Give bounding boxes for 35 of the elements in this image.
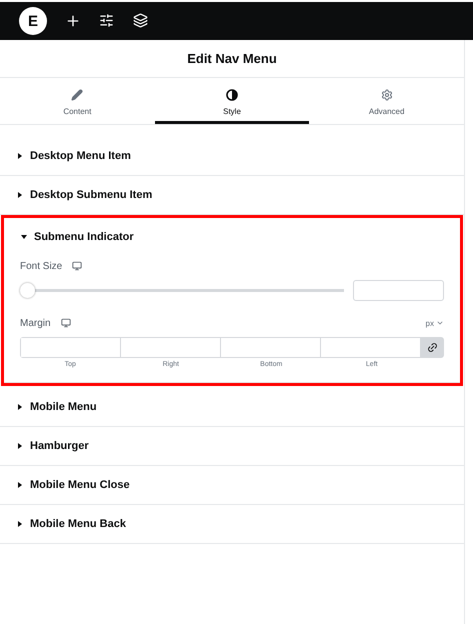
layers-button[interactable] <box>133 13 149 29</box>
add-button[interactable] <box>65 13 81 29</box>
caret-icon <box>17 443 23 449</box>
panel-title: Edit Nav Menu <box>0 40 464 78</box>
app-logo[interactable]: E <box>19 7 47 35</box>
pencil-icon <box>71 89 84 101</box>
section-header[interactable]: Desktop Submenu Item <box>0 176 464 214</box>
section-header[interactable]: Desktop Menu Item <box>0 137 464 175</box>
caret-icon <box>21 234 27 240</box>
input-field[interactable] <box>353 280 444 301</box>
section-header[interactable]: Submenu Indicator <box>4 218 460 256</box>
caret-icon <box>17 192 23 198</box>
field-label: Font Size <box>20 260 62 272</box>
tab[interactable]: Style <box>154 78 310 124</box>
tab[interactable]: Advanced <box>309 78 464 124</box>
section-header[interactable]: Mobile Menu Close <box>0 466 464 504</box>
desktop-icon <box>72 261 82 271</box>
link-button[interactable] <box>421 338 443 357</box>
tab[interactable]: Content <box>0 78 155 124</box>
slider-thumb[interactable] <box>20 283 35 298</box>
chevron-icon <box>436 319 444 327</box>
section-header[interactable]: Mobile Menu <box>0 388 464 426</box>
desktop-icon <box>60 318 71 328</box>
caret-icon <box>17 404 23 410</box>
contrast-icon <box>226 89 238 101</box>
caret-icon <box>17 153 23 159</box>
unit-select[interactable]: px <box>426 318 444 328</box>
section-header[interactable]: Hamburger <box>0 427 464 465</box>
input-field[interactable] <box>21 338 121 357</box>
section-header[interactable]: Mobile Menu Back <box>0 505 464 543</box>
gear-icon <box>380 89 393 101</box>
field-label: Margin <box>20 318 51 328</box>
caret-icon <box>17 521 23 527</box>
sliders-button[interactable] <box>99 13 115 29</box>
caret-icon <box>17 482 23 488</box>
